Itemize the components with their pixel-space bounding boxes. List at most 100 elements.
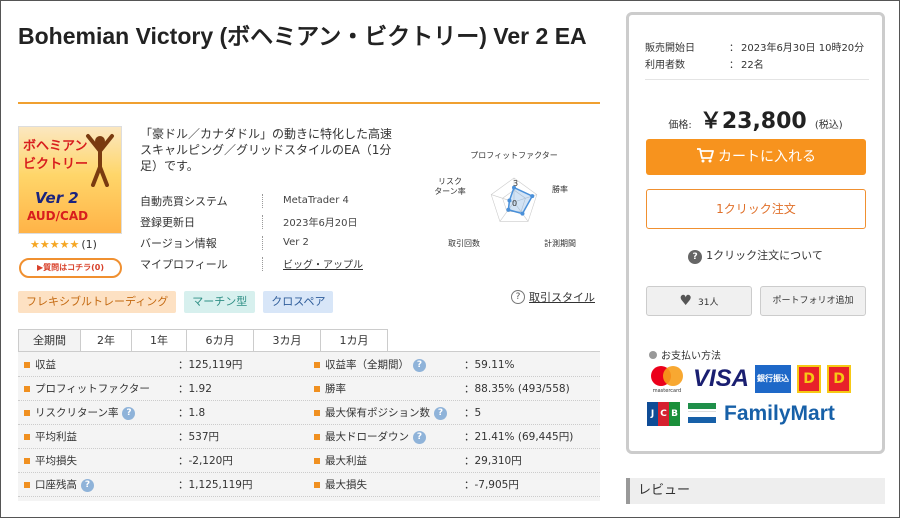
add-to-cart-label: カートに入れる [718, 149, 816, 165]
tag-flexible-trading[interactable]: フレキシブルトレーディング [18, 291, 177, 313]
tag-martingale[interactable]: マーチン型 [184, 291, 256, 313]
stat-row: 平均損失 ：-2,120円 最大利益 ：29,310円 [18, 449, 600, 473]
stat-label: 最大保有ポジション数? [314, 401, 447, 425]
jcb-letter: B [669, 402, 680, 426]
stat-value: ：88.35% (493/558) [464, 383, 570, 395]
spec-divider [262, 193, 263, 208]
radar-point [520, 211, 525, 216]
stats-table: 収益 ：125,119円 収益率（全期間）? ：59.11% プロフィットファクター ：1… [18, 351, 600, 501]
payment-logos-row: J C B FamilyMart [647, 401, 835, 427]
spec-value: MetaTrader 4 [283, 195, 349, 206]
stat-label-text: 勝率 [325, 383, 346, 395]
radar-point [507, 198, 512, 203]
stat-label-text: プロフィットファクター [35, 383, 150, 395]
stat-value: ：-2,120円 [178, 455, 233, 467]
stat-label-text: 平均利益 [35, 431, 77, 443]
bullet-icon [314, 434, 320, 440]
spec-value: Ver 2 [283, 237, 309, 248]
radar-center-label: 0 [512, 199, 517, 208]
radar-point [506, 207, 511, 212]
radar-point [530, 194, 535, 199]
payment-methods-label: お支払い方法 [661, 351, 721, 362]
tab-all-period[interactable]: 全期間 [18, 329, 81, 351]
tab-1-month[interactable]: 1カ月 [320, 329, 388, 351]
spec-row: 登録更新日 2023年6月20日 [140, 211, 400, 232]
release-value: 2023年6月30日 10時20分 [741, 43, 865, 54]
stat-label-text: 収益率（全期間） [325, 359, 409, 371]
price-amount: ￥23,800 [699, 109, 807, 134]
about-one-click-link[interactable]: ? 1クリック注文について [629, 247, 882, 264]
stat-value: ：537円 [178, 431, 220, 443]
radar-scale-label: 3 [513, 179, 518, 188]
favorite-button[interactable]: ♥ 31人 [646, 286, 752, 316]
stat-label: 収益率（全期間）? [314, 353, 426, 377]
profile-link[interactable]: ビッグ・アップル [283, 256, 363, 271]
thumbnail-text: AUD/CAD [27, 209, 89, 223]
add-portfolio-button[interactable]: ポートフォリオ追加 [760, 286, 866, 316]
radar-label: 計測期間 [544, 238, 576, 248]
jcb-letter: C [658, 402, 669, 426]
sale-info: 販売開始日 ： 2023年6月30日 10時20分 利用者数 ： 22名 [645, 39, 864, 73]
users-row: 利用者数 ： 22名 [645, 56, 864, 73]
favorite-count: 31人 [698, 298, 719, 308]
ask-question-button[interactable]: ▶質問はコチラ(0) [19, 258, 122, 278]
jcb-logo: J C B [647, 402, 680, 426]
tab-6-months[interactable]: 6カ月 [186, 329, 254, 351]
payment-logos-row: mastercard VISA 銀行振込 D D [647, 363, 852, 395]
tab-3-months[interactable]: 3カ月 [253, 329, 321, 351]
stat-value: ：1,125,119円 [178, 479, 253, 491]
daily-yamazaki-logo: D [827, 365, 852, 393]
rating[interactable]: ★★★★★ (1) [30, 238, 97, 251]
spec-list: 自動売買システム MetaTrader 4 登録更新日 2023年6月20日 バ… [140, 190, 400, 274]
trade-style-link[interactable]: ? 取引スタイル [511, 289, 595, 305]
help-icon[interactable]: ? [122, 406, 136, 420]
spec-divider [262, 214, 263, 229]
spec-divider [262, 256, 263, 271]
bullet-icon [314, 386, 320, 392]
add-to-cart-button[interactable]: カートに入れる [646, 139, 866, 175]
stat-label: 平均利益 [24, 425, 77, 449]
payment-methods-title: お支払い方法 [649, 347, 721, 362]
trade-style-label: 取引スタイル [529, 291, 595, 304]
radar-label: リスクターン率 [434, 177, 466, 196]
stat-value: ：29,310円 [464, 455, 522, 467]
help-icon[interactable]: ? [81, 478, 94, 492]
stat-label-text: 最大利益 [325, 455, 367, 467]
tax-label: (税込) [814, 120, 843, 131]
radar-chart: プロフィットファクター勝率計測期間 取引回数 リスクターン率 3 0 [434, 151, 576, 248]
stat-row: プロフィットファクター ：1.92 勝率 ：88.35% (493/558) [18, 377, 600, 401]
stat-label-text: 平均損失 [35, 455, 77, 467]
star-rating-icon: ★★★★★ [30, 238, 80, 251]
stat-label: 収益 [24, 353, 56, 377]
spec-key: バージョン情報 [140, 236, 217, 250]
stat-value: ：59.11% [464, 359, 515, 371]
stat-label: 最大利益 [314, 449, 367, 473]
product-description: 「豪ドル／カナダドル」の動きに特化した高速スキャルピング／グリッドスタイルのEA… [140, 127, 393, 173]
one-click-order-button[interactable]: 1クリック注文 [646, 189, 866, 229]
tab-2-years[interactable]: 2年 [80, 329, 132, 351]
bullet-icon [24, 410, 30, 416]
tab-1-year[interactable]: 1年 [131, 329, 187, 351]
spec-key: マイプロフィール [140, 257, 228, 271]
spec-key: 登録更新日 [140, 215, 195, 229]
visa-logo: VISA [693, 365, 750, 392]
stat-label: プロフィットファクター [24, 377, 150, 401]
price-label: 価格: [668, 120, 692, 131]
product-thumbnail[interactable]: ボヘミアン ビクトリー Ver 2 AUD/CAD [18, 126, 122, 234]
radar-label: 勝率 [552, 184, 568, 194]
radar-label: 取引回数 [448, 238, 480, 248]
help-icon[interactable]: ? [413, 358, 426, 372]
heart-icon: ♥ [679, 293, 693, 309]
stat-row: 口座残高? ：1,125,119円 最大損失 ：-7,905円 [18, 473, 600, 497]
review-heading: レビュー [626, 478, 885, 504]
stat-row: 収益 ：125,119円 収益率（全期間）? ：59.11% [18, 353, 600, 377]
cart-icon [697, 148, 714, 163]
help-icon[interactable]: ? [413, 430, 426, 444]
help-icon[interactable]: ? [434, 406, 447, 420]
spec-row: バージョン情報 Ver 2 [140, 232, 400, 253]
stat-label-text: 最大ドローダウン [325, 431, 409, 443]
stat-value: ：1.8 [178, 407, 206, 419]
tag-cross-pair[interactable]: クロスペア [263, 291, 334, 313]
stat-label: 最大損失 [314, 473, 367, 497]
thumbnail-text: ビクトリー [23, 157, 89, 172]
